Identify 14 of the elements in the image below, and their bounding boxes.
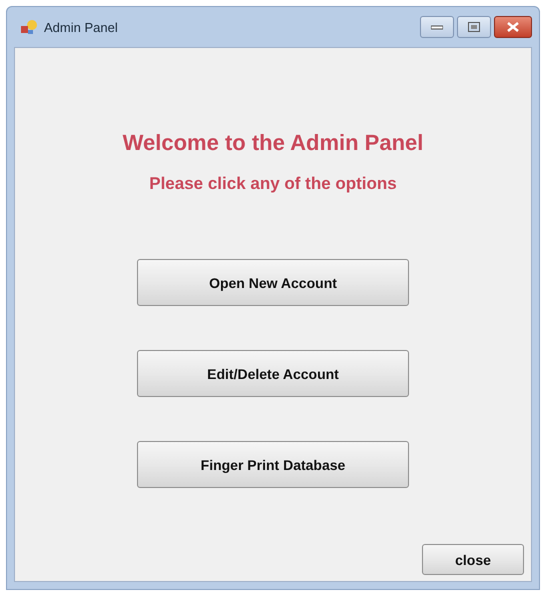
welcome-heading: Welcome to the Admin Panel [122, 130, 424, 156]
option-button[interactable]: Open New Account [137, 259, 409, 306]
maximize-button[interactable] [457, 16, 491, 38]
maximize-icon [468, 22, 480, 32]
close-button[interactable]: close [422, 544, 524, 575]
minimize-icon [431, 24, 443, 30]
window-title: Admin Panel [44, 20, 118, 34]
minimize-button[interactable] [420, 16, 454, 38]
instruction-text: Please click any of the options [149, 174, 397, 194]
close-window-button[interactable] [494, 16, 532, 38]
close-icon [507, 22, 519, 32]
option-button[interactable]: Finger Print Database [137, 441, 409, 488]
option-button[interactable]: Edit/Delete Account [137, 350, 409, 397]
app-icon [20, 19, 38, 35]
